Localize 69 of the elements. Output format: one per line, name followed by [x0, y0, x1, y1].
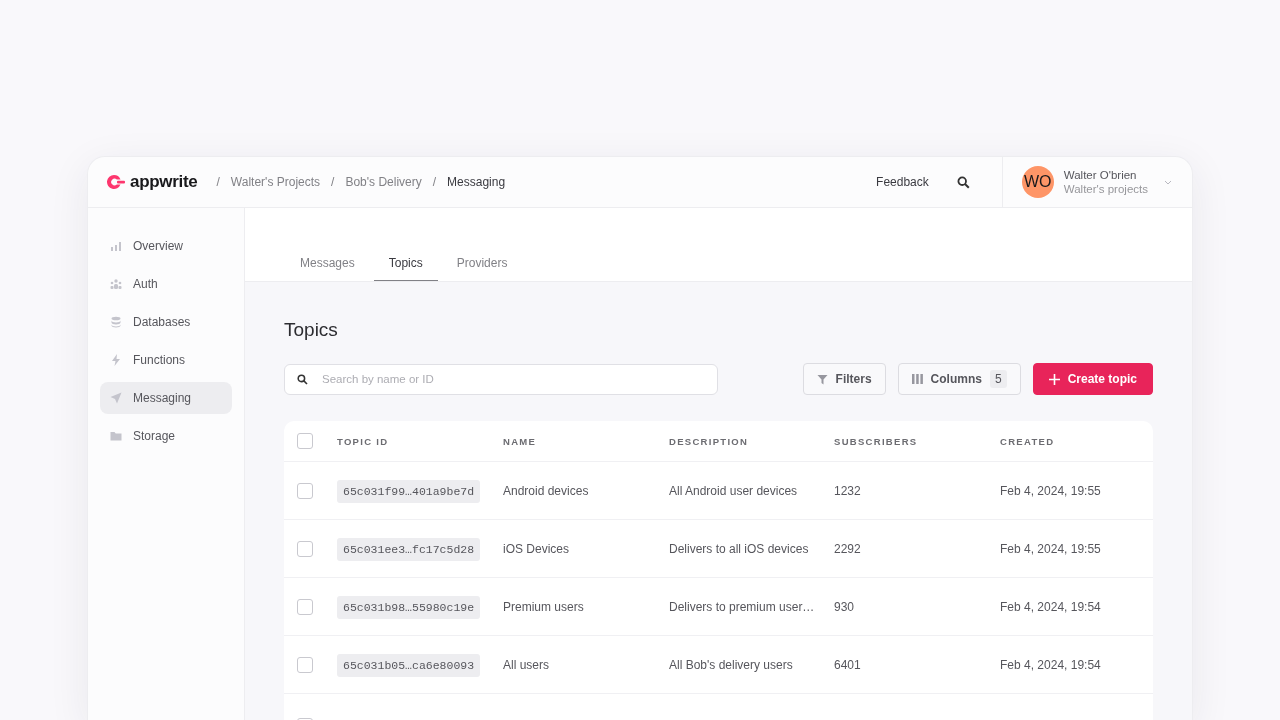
checkbox[interactable]: [297, 598, 313, 615]
feedback-button[interactable]: Feedback: [876, 175, 929, 189]
column-header: DESCRIPTION: [669, 435, 750, 447]
sidebar-item[interactable]: Storage: [100, 420, 232, 452]
breadcrumb-separator: /: [216, 175, 220, 189]
user-name: Walter O'brien: [1063, 169, 1138, 181]
table-cell-text: All Bob's delivery users: [669, 657, 794, 672]
bolt-icon: [110, 354, 122, 366]
search-icon[interactable]: [956, 175, 970, 189]
table-cell-text: 1232: [834, 483, 862, 498]
paper-plane-icon: [110, 392, 122, 404]
table-cell-text: Premium users: [503, 599, 585, 614]
sidebar-item[interactable]: Auth: [100, 268, 232, 300]
breadcrumb-link[interactable]: Messaging: [447, 175, 506, 189]
column-header: TOPIC ID: [337, 435, 390, 447]
table-cell-text: Delivers to all iOS devices: [669, 541, 810, 556]
sidebar-item[interactable]: Databases: [100, 306, 232, 338]
topic-id: 65c031b05…ca6e80093: [337, 653, 481, 677]
chevron-down-icon[interactable]: [1164, 179, 1172, 185]
logo[interactable]: appwrite: [130, 172, 198, 192]
database-icon: [110, 316, 122, 328]
folder-icon: [110, 430, 122, 442]
search-icon: [297, 373, 308, 385]
filters-button[interactable]: Filters: [802, 363, 886, 395]
table-cell-text: iOS Devices: [503, 541, 571, 556]
breadcrumb-link[interactable]: Bob's Delivery: [345, 175, 422, 189]
column-header: SUBSCRIBERS: [834, 435, 919, 447]
table-cell-text: Delivers to premium user…: [669, 599, 816, 614]
users-icon: [110, 278, 122, 290]
create-topic-button[interactable]: Create topic: [1032, 363, 1153, 395]
checkbox[interactable]: [297, 656, 313, 673]
checkbox[interactable]: [297, 433, 313, 449]
table-cell-text: Android devices: [503, 483, 590, 498]
columns-button[interactable]: Columns 5: [897, 363, 1021, 395]
table-cell-text: All users: [503, 657, 550, 672]
search-field[interactable]: Search by name or ID: [284, 363, 718, 395]
columns-icon: [911, 374, 923, 384]
breadcrumb-separator: /: [331, 175, 335, 189]
checkbox[interactable]: [297, 482, 313, 499]
breadcrumb-link[interactable]: Walter's Projects: [230, 175, 321, 189]
table-cell-text: 2292: [834, 541, 862, 556]
checkbox[interactable]: [297, 540, 313, 557]
sidebar-item[interactable]: Messaging: [100, 382, 232, 414]
page-title: Topics: [284, 319, 339, 341]
breadcrumb-separator: /: [432, 175, 437, 189]
table-cell-text: Feb 4, 2024, 19:55: [1000, 541, 1102, 556]
sidebar-item[interactable]: Functions: [100, 344, 232, 376]
table-cell-text: Feb 4, 2024, 19:54: [1000, 657, 1102, 672]
plus-icon: [1048, 373, 1060, 385]
avatar[interactable]: WO: [1021, 166, 1054, 198]
column-header: CREATED: [1000, 435, 1056, 447]
table-cell-text: Feb 4, 2024, 19:54: [1000, 599, 1102, 614]
column-header: NAME: [503, 435, 538, 447]
tab[interactable]: Providers: [441, 256, 523, 281]
topic-id: 65c031ee3…fc17c5d28: [337, 537, 481, 561]
table-cell-text: All Android user devices: [669, 483, 799, 498]
organization-name: Walter's projects: [1063, 183, 1148, 195]
sidebar-item[interactable]: Overview: [100, 230, 232, 262]
filter-icon: [816, 373, 828, 385]
tab[interactable]: Topics: [373, 256, 438, 281]
topic-id: 65c031f99…401a9be7d: [337, 479, 481, 503]
bar-chart-icon: [110, 240, 122, 252]
count-badge: 5: [989, 370, 1007, 388]
logo-icon: [106, 174, 125, 190]
tab[interactable]: Messages: [285, 256, 370, 281]
table-cell-text: Feb 4, 2024, 19:55: [1000, 483, 1102, 498]
table-cell-text: 930: [834, 599, 856, 614]
topic-id: 65c031b98…55980c19e: [337, 595, 481, 619]
table-cell-text: 6401: [834, 657, 862, 672]
